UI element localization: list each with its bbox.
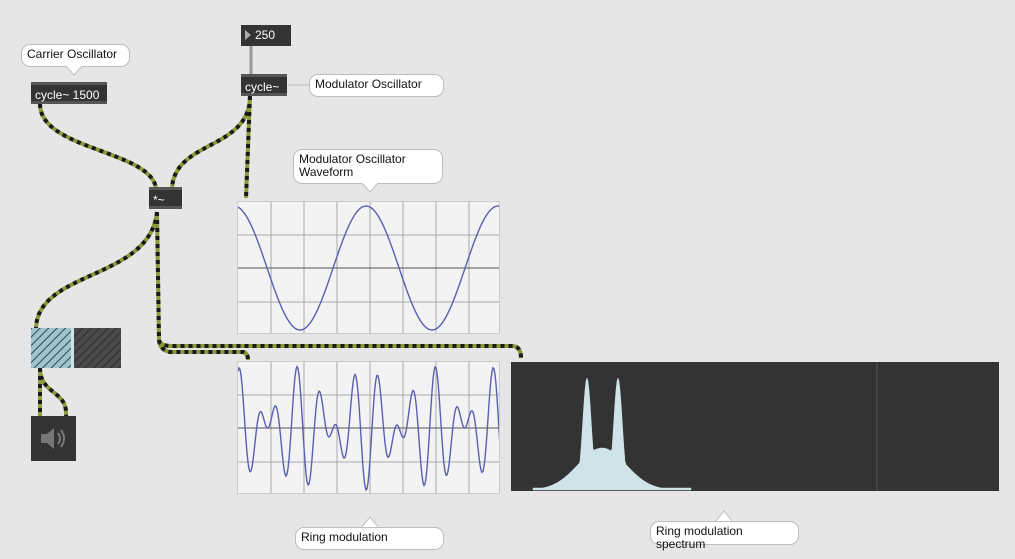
gain-slider-fill [31,328,71,368]
modulator-waveform-comment: Modulator Oscillator Waveform [293,149,443,184]
modulator-waveform-comment-text: Modulator Oscillator Waveform [299,152,406,179]
multiplier-label: *~ [153,193,165,207]
carrier-comment-pointer [66,66,82,76]
modulator-comment: Modulator Oscillator [309,74,444,97]
number-box-value: 250 [255,28,276,42]
multiplier-object[interactable]: *~ [149,187,182,209]
cord-carrier-to-mult[interactable] [38,103,158,189]
gain-slider-handle[interactable] [71,328,74,368]
cord-gain-to-dac[interactable] [38,367,69,417]
triangle-right-icon [245,30,251,40]
gain-slider[interactable] [31,328,121,368]
carrier-oscillator-label: cycle~ 1500 [35,88,100,102]
ring-modulation-comment: Ring modulation [295,527,444,550]
cord-mult-to-gain[interactable] [34,211,159,329]
modulator-comment-text: Modulator Oscillator [315,77,422,91]
modulator-oscillator-label: cycle~ [245,80,280,94]
spectroscope[interactable] [511,362,999,491]
ring-spectrum-comment: Ring modulation spectrum [650,521,799,551]
dac-output[interactable] [31,416,76,461]
ring-modulation-scope[interactable] [237,361,500,494]
carrier-comment-text: Carrier Oscillator [27,47,118,61]
frequency-number-box[interactable]: 250 [241,25,291,46]
patcher-canvas[interactable]: Carrier Oscillator cycle~ 1500 250 cycle… [0,0,1015,559]
cord-mult-to-ring-scope[interactable] [155,211,250,361]
speaker-icon [41,428,65,449]
carrier-comment: Carrier Oscillator [21,44,130,67]
cord-mult-to-spectroscope[interactable] [157,339,523,359]
cord-modulator-to-mult[interactable] [170,95,252,189]
waveform-comment-pointer [362,183,378,193]
ring-modulation-comment-text: Ring modulation [301,530,388,544]
carrier-oscillator-object[interactable]: cycle~ 1500 [31,82,107,104]
modulator-scope[interactable] [237,201,500,334]
modulator-oscillator-object[interactable]: cycle~ [241,74,287,96]
